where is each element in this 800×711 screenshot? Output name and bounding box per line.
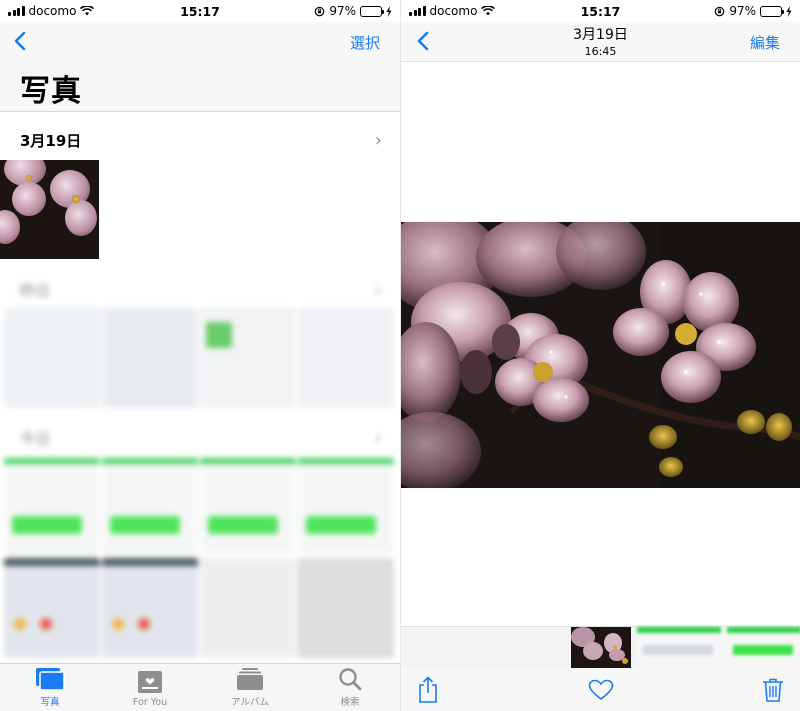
charging-icon	[386, 5, 392, 17]
heart-icon[interactable]	[588, 679, 614, 701]
edit-button[interactable]: 編集	[750, 32, 780, 53]
page-title: 写真	[20, 74, 82, 109]
photos-icon	[36, 668, 65, 691]
photo-scrubber[interactable]	[401, 626, 800, 669]
chevron-right-icon: ›	[374, 428, 382, 449]
tab-label: アルバム	[231, 697, 269, 708]
carrier-label: docomo	[28, 4, 77, 18]
battery-percent: 97%	[729, 4, 756, 18]
select-button[interactable]: 選択	[350, 32, 380, 53]
for-you-icon	[138, 671, 162, 693]
orientation-lock-icon	[715, 6, 725, 16]
section-date: 今日	[20, 430, 51, 448]
photo-toolbar	[401, 668, 800, 711]
section-date: 3月19日	[20, 132, 82, 150]
cherry-blossom-image	[0, 160, 99, 259]
tab-for-you[interactable]: For You	[100, 664, 200, 711]
navigation-bar: 3月19日 16:45 編集	[401, 22, 800, 62]
battery-icon	[360, 5, 384, 17]
share-icon[interactable]	[417, 675, 439, 704]
cherry-blossom-image	[401, 212, 800, 492]
blurred-photos-area: 昨日 › 今日 ›	[0, 268, 400, 665]
orientation-lock-icon	[315, 6, 325, 16]
albums-icon	[237, 668, 263, 690]
status-bar: docomo 15:17 97%	[401, 0, 800, 22]
chevron-right-icon: ›	[374, 130, 382, 151]
wifi-icon	[80, 6, 95, 16]
search-icon	[339, 668, 362, 691]
wifi-icon	[481, 6, 496, 16]
tab-label: 写真	[40, 697, 60, 708]
back-chevron-icon[interactable]	[10, 30, 32, 52]
signal-icon	[409, 6, 426, 16]
battery-icon	[760, 5, 784, 17]
tab-bar: 写真 For You アルバム 検索	[0, 663, 400, 711]
photo-date-title: 3月19日 16:45	[401, 24, 800, 58]
section-header-moment[interactable]: 3月19日 ›	[20, 130, 382, 151]
trash-icon[interactable]	[762, 677, 784, 703]
photo-date: 3月19日	[573, 27, 628, 43]
photos-library-screen: docomo 15:17 97% 選択 写真 3月19日 › 昨日 › 今日 ›…	[0, 0, 400, 711]
photo-time: 16:45	[584, 45, 617, 58]
tab-label: For You	[132, 697, 168, 708]
chevron-right-icon: ›	[374, 280, 382, 301]
scrubber-thumbnails[interactable]	[637, 627, 800, 669]
main-photo[interactable]	[401, 212, 800, 492]
status-bar: docomo 15:17 97%	[0, 0, 400, 22]
battery-percent: 97%	[329, 4, 356, 18]
cherry-blossom-image	[571, 627, 628, 664]
photo-detail-screen: docomo 15:17 97% 3月19日 16:45 編集	[400, 0, 800, 711]
tab-label: 検索	[340, 697, 360, 708]
carrier-label: docomo	[429, 4, 478, 18]
charging-icon	[786, 5, 792, 17]
tab-search[interactable]: 検索	[300, 664, 400, 711]
scrubber-thumbnail-selected[interactable]	[571, 627, 631, 669]
section-date: 昨日	[20, 282, 51, 300]
section-header-moment[interactable]: 今日 ›	[20, 428, 382, 449]
navigation-bar: 選択 写真	[0, 22, 400, 112]
photo-thumbnail[interactable]	[0, 160, 99, 259]
tab-photos[interactable]: 写真	[0, 664, 100, 711]
signal-icon	[8, 6, 25, 16]
tab-albums[interactable]: アルバム	[200, 664, 300, 711]
section-header-moment[interactable]: 昨日 ›	[20, 280, 382, 301]
